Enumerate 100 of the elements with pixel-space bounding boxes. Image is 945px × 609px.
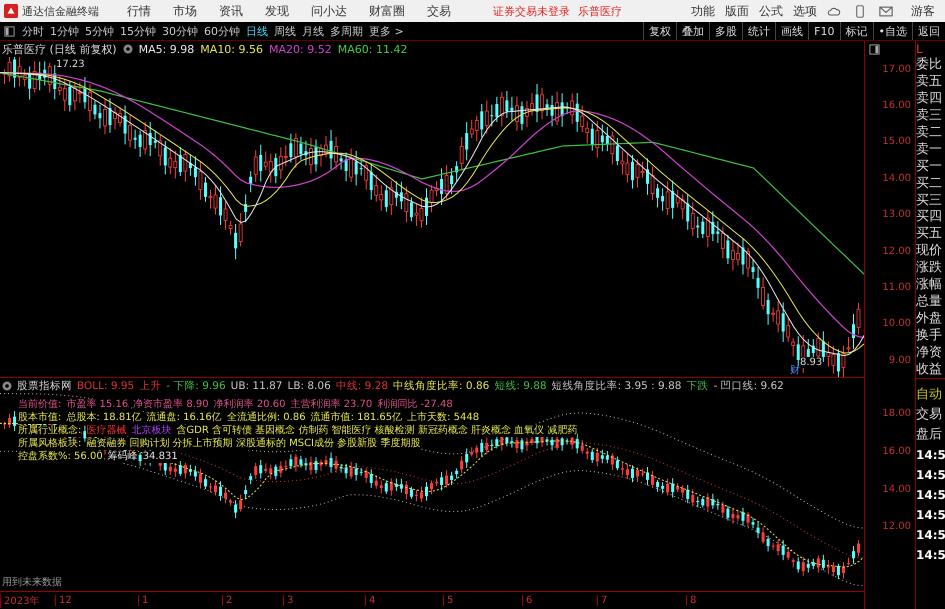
toolbar-button[interactable]: •自选 — [872, 22, 912, 40]
time-axis-label: 12 — [55, 595, 138, 606]
stock-info-text: 34.831 — [142, 451, 178, 463]
future-data-note: 用到未来数据 — [2, 576, 62, 589]
settings-icon[interactable] — [2, 380, 12, 390]
price-axis-label: 17.00 — [881, 62, 912, 77]
period-tab[interactable]: 30分钟 — [159, 24, 201, 38]
menu-item[interactable]: 市场 — [173, 2, 197, 20]
period-tab[interactable]: 15分钟 — [117, 24, 159, 38]
trade-time: 14:5 — [916, 547, 945, 564]
toolbar-button[interactable]: F10 — [808, 22, 840, 40]
panel-toggle-icon[interactable] — [4, 26, 15, 36]
app-logo-icon — [4, 4, 18, 18]
side-label: 交易 — [916, 406, 943, 424]
menu-item[interactable]: 公式 — [759, 2, 783, 20]
indicator-readout: UB: 11.87 — [230, 380, 282, 392]
toolbar-button[interactable]: 多股 — [709, 22, 742, 40]
moving-average-value: MA20: 9.52 — [269, 42, 332, 56]
trade-time: 14:5 — [916, 507, 945, 524]
more-button[interactable]: 更多 > — [366, 24, 407, 38]
menu-item[interactable]: 发现 — [265, 2, 289, 20]
toolbar-button[interactable]: 叠加 — [676, 22, 710, 40]
panel-toggle-icon[interactable] — [869, 44, 880, 54]
period-tab[interactable]: 1分钟 — [47, 24, 82, 38]
stock-info-text: 上市天数: 5448 — [407, 412, 480, 424]
stock-info-text: 融资融券 回购计划 分拆上市预期 深股通标的 MSCI成份 参股新股 季度期股 — [86, 438, 420, 450]
indicator-readout: 上升 — [139, 378, 162, 392]
time-axis-label: 5 — [443, 595, 522, 606]
price-axis-label: 18.00 — [881, 407, 912, 422]
stock-info-text: 北京板块 — [131, 425, 172, 437]
time-axis-label: 1 — [138, 595, 222, 606]
period-tab[interactable]: 周线 — [271, 24, 299, 38]
moving-average-value: MA10: 9.56 — [200, 42, 264, 56]
trade-time: 14:5 — [916, 467, 945, 484]
stock-info-text: 医疗器械 — [86, 425, 126, 437]
stock-info-text: 所属行业概念: — [18, 425, 82, 437]
chart-title: 乐普医疗 (日线 前复权) — [2, 42, 117, 56]
time-axis-label: 7 — [597, 595, 686, 606]
indicator-readout: 中线: 9.28 — [336, 378, 388, 392]
indicator-readout: 中线角度比率: 0.86 — [393, 378, 490, 392]
stock-info-text: 主营利润率 23.70 — [290, 399, 372, 411]
side-label[interactable]: 自动 — [916, 385, 945, 405]
quote-label: 卖一 — [916, 142, 943, 158]
indicator-readout: 短线: 9.88 — [494, 378, 547, 392]
login-status-link[interactable]: 证券交易未登录 — [493, 4, 570, 18]
quote-label: 买三 — [916, 192, 943, 208]
toolbar-button[interactable]: 标记 — [840, 22, 872, 40]
price-axis-label: 14.00 — [881, 482, 912, 497]
indicator-readout: BOLL: 9.95 — [77, 380, 134, 392]
stock-info-text: 股本市值: — [18, 412, 62, 424]
low-price-label: 8.93 — [800, 357, 822, 368]
stock-info-text: 含GDR 含可转债 基因概念 仿制药 智能医疗 核酸检测 新冠药概念 肝炎概念 血氧仪 减肥药 — [176, 425, 578, 437]
trade-time: 14:5 — [916, 527, 945, 544]
menu-item[interactable]: 财富圈 — [369, 2, 405, 20]
stock-info-text: 总股本: 18.81亿 — [66, 412, 142, 424]
toolbar-button[interactable]: 返回 — [912, 22, 945, 40]
price-axis-label: 9.00 — [888, 354, 912, 368]
time-axis-label: 6 — [522, 595, 597, 606]
user-name[interactable]: 游客 — [911, 2, 935, 20]
stock-info-text: 所属风格板块: — [18, 438, 82, 450]
trade-time: 14:5 — [916, 447, 945, 464]
toolbar-button[interactable]: 复权 — [643, 22, 676, 40]
moving-average-value: MA5: 9.98 — [138, 42, 194, 56]
period-tab[interactable]: 多周期 — [327, 24, 366, 38]
corner-label[interactable]: L — [916, 41, 945, 57]
quote-label: 买一 — [916, 158, 943, 175]
menu-item[interactable]: 功能 — [691, 2, 715, 20]
period-tab[interactable]: 60分钟 — [201, 24, 243, 38]
stock-info-text: 控盘系数%: 56.00 — [18, 451, 103, 463]
quote-label: 外盘 — [916, 311, 943, 328]
menu-item[interactable]: 选项 — [793, 2, 817, 20]
quote-label: 买四 — [916, 209, 943, 226]
price-axis-label: 10.00 — [881, 317, 912, 332]
menu-item[interactable]: 问小达 — [311, 2, 347, 20]
price-axis-label: 12.00 — [881, 520, 912, 534]
price-axis-label: 15.00 — [881, 135, 912, 150]
side-label: 盘后 — [916, 426, 943, 444]
period-tab[interactable]: 分时 — [19, 24, 47, 38]
finance-marker[interactable]: 财 — [790, 363, 800, 377]
price-axis-label: 11.00 — [881, 281, 912, 296]
mail-icon[interactable] — [879, 4, 893, 18]
menu-item[interactable]: 版面 — [725, 2, 749, 20]
period-tab[interactable]: 月线 — [299, 24, 327, 38]
stock-info-text: 流通市值: 181.65亿 — [310, 412, 402, 424]
period-tab[interactable]: 5分钟 — [82, 24, 117, 38]
price-axis-label: 12.00 — [881, 244, 912, 259]
time-axis-label: 2023年 — [0, 594, 55, 608]
indicator-readout: 下跌 — [686, 378, 708, 392]
quote-label: 现价 — [916, 243, 943, 260]
period-tab[interactable]: 日线 — [243, 24, 271, 38]
menu-item[interactable]: 交易 — [427, 2, 451, 20]
stock-name: 乐普医疗 — [578, 4, 622, 18]
menu-item[interactable]: 资讯 — [219, 2, 243, 20]
time-axis-label: 3 — [283, 595, 365, 606]
indicator-readout: - 凹口线: 9.62 — [713, 378, 784, 392]
toolbar-button[interactable]: 画线 — [775, 22, 808, 40]
quote-label: 涨幅 — [916, 277, 943, 294]
menu-item[interactable]: 行情 — [127, 2, 151, 20]
settings-icon[interactable] — [122, 44, 133, 54]
toolbar-button[interactable]: 统计 — [742, 22, 776, 40]
